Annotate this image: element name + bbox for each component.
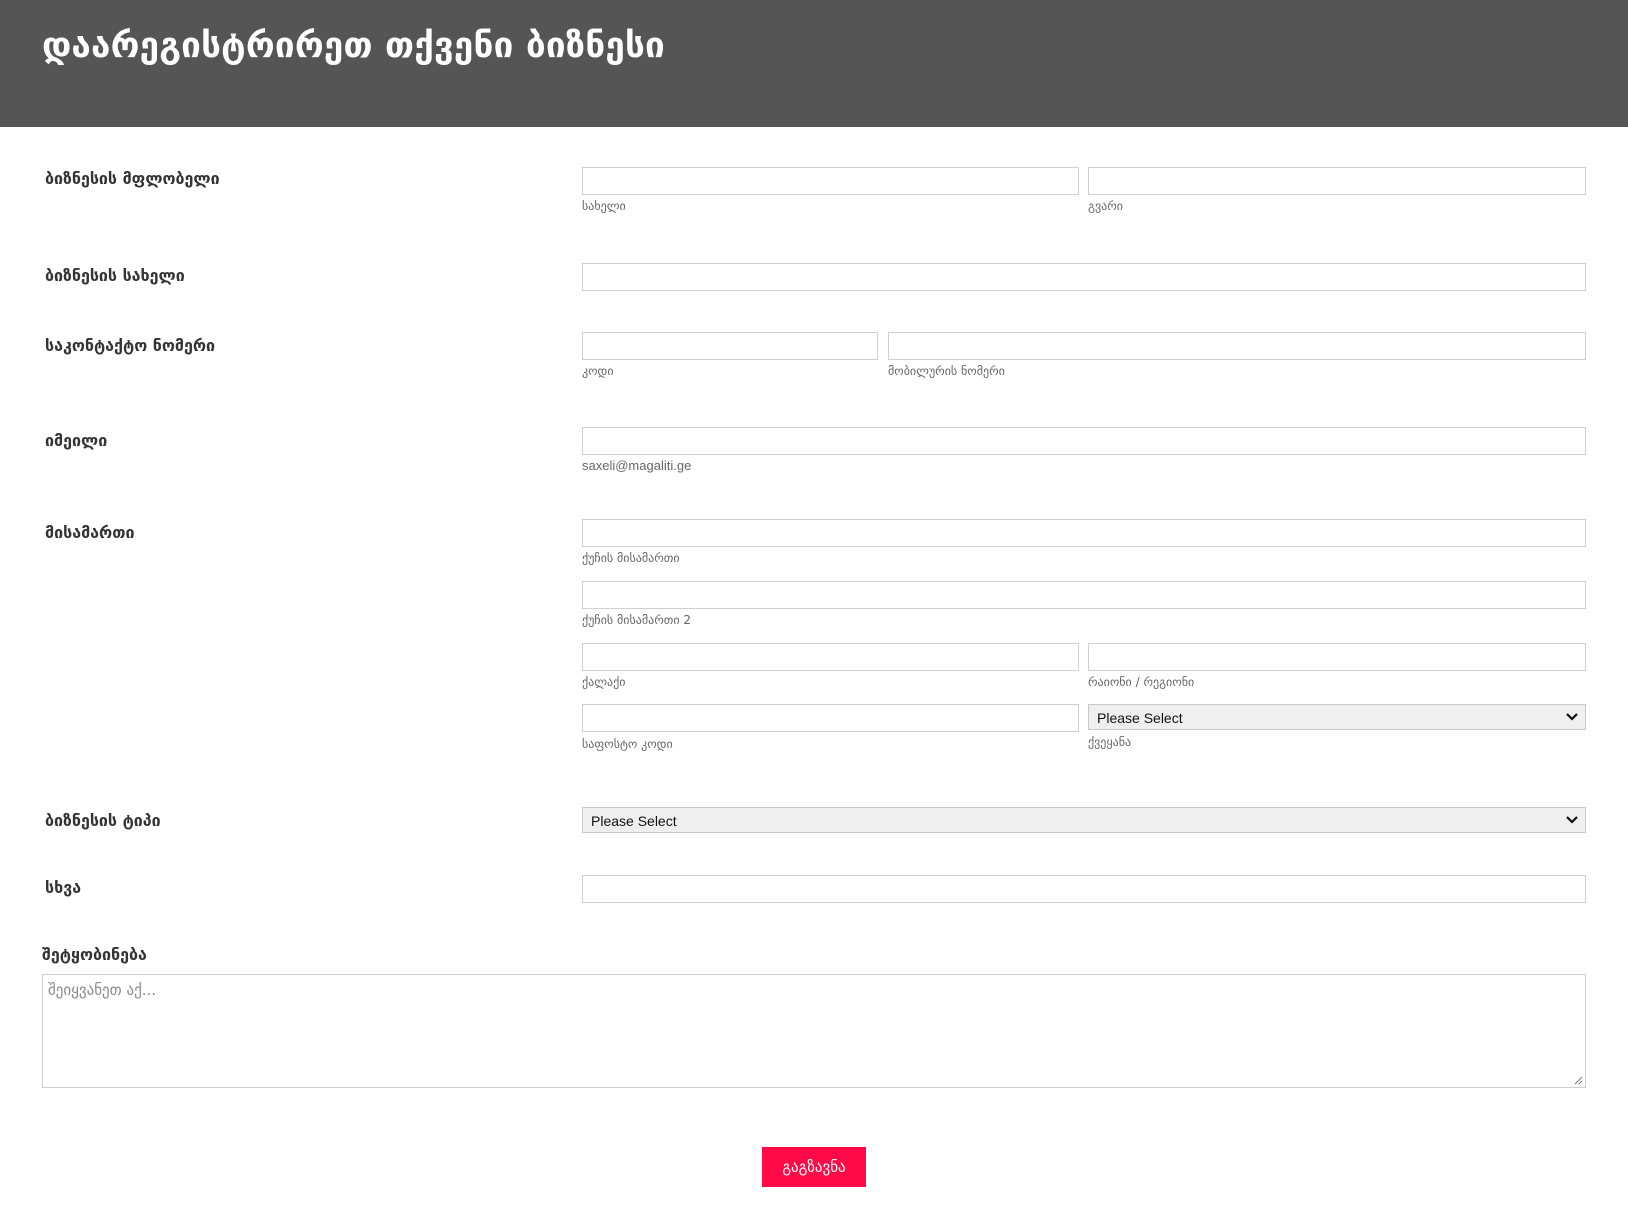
owner-first-name-input[interactable]	[582, 167, 1079, 195]
message-textarea[interactable]: შეიყვანეთ აქ...	[42, 974, 1586, 1088]
resize-grip-icon[interactable]	[1573, 1075, 1583, 1085]
email-sublabel: saxeli@magaliti.ge	[582, 458, 692, 473]
chevron-down-icon	[1566, 713, 1578, 721]
region-sublabel: რაიონი / რეგიონი	[1088, 675, 1195, 689]
message-label: შეტყობინება	[42, 945, 147, 964]
owner-last-name-input[interactable]	[1088, 167, 1586, 195]
page-title: დაარეგისტრირეთ თქვენი ბიზნესი	[42, 26, 665, 66]
country-sublabel: ქვეყანა	[1088, 735, 1132, 749]
owner-label: ბიზნესის მფლობელი	[45, 169, 220, 188]
city-input[interactable]	[582, 643, 1079, 671]
contact-label: საკონტაქტო ნომერი	[45, 336, 216, 355]
message-placeholder: შეიყვანეთ აქ...	[48, 981, 157, 999]
submit-button[interactable]: გაგზავნა	[762, 1147, 866, 1187]
city-sublabel: ქალაქი	[582, 675, 626, 689]
address-label: მისამართი	[45, 523, 135, 542]
email-input[interactable]	[582, 427, 1586, 455]
postal-code-input[interactable]	[582, 704, 1079, 732]
business-name-label: ბიზნესის სახელი	[45, 266, 185, 285]
page-header: დაარეგისტრირეთ თქვენი ბიზნესი	[0, 0, 1628, 127]
business-type-select[interactable]: Please Select	[582, 807, 1586, 833]
region-input[interactable]	[1088, 643, 1586, 671]
phone-code-sublabel: კოდი	[582, 364, 614, 378]
business-name-input[interactable]	[582, 263, 1586, 291]
owner-last-name-sublabel: გვარი	[1088, 199, 1123, 213]
phone-code-input[interactable]	[582, 332, 878, 360]
street-address-sublabel: ქუჩის მისამართი	[582, 551, 680, 565]
mobile-number-input[interactable]	[888, 332, 1586, 360]
postal-code-sublabel: საფოსტო კოდი	[582, 737, 673, 751]
owner-first-name-sublabel: სახელი	[582, 199, 626, 213]
street-address-input[interactable]	[582, 519, 1586, 547]
street-address-2-input[interactable]	[582, 581, 1586, 609]
business-type-label: ბიზნესის ტიპი	[45, 811, 161, 830]
country-select-value: Please Select	[1097, 710, 1183, 726]
street-address-2-sublabel: ქუჩის მისამართი 2	[582, 613, 692, 627]
country-select[interactable]: Please Select	[1088, 704, 1586, 730]
other-input[interactable]	[582, 875, 1586, 903]
business-type-select-value: Please Select	[591, 813, 677, 829]
other-label: სხვა	[45, 878, 82, 897]
email-label: იმეილი	[45, 431, 108, 450]
chevron-down-icon	[1566, 816, 1578, 824]
mobile-number-sublabel: მობილურის ნომერი	[888, 364, 1005, 378]
